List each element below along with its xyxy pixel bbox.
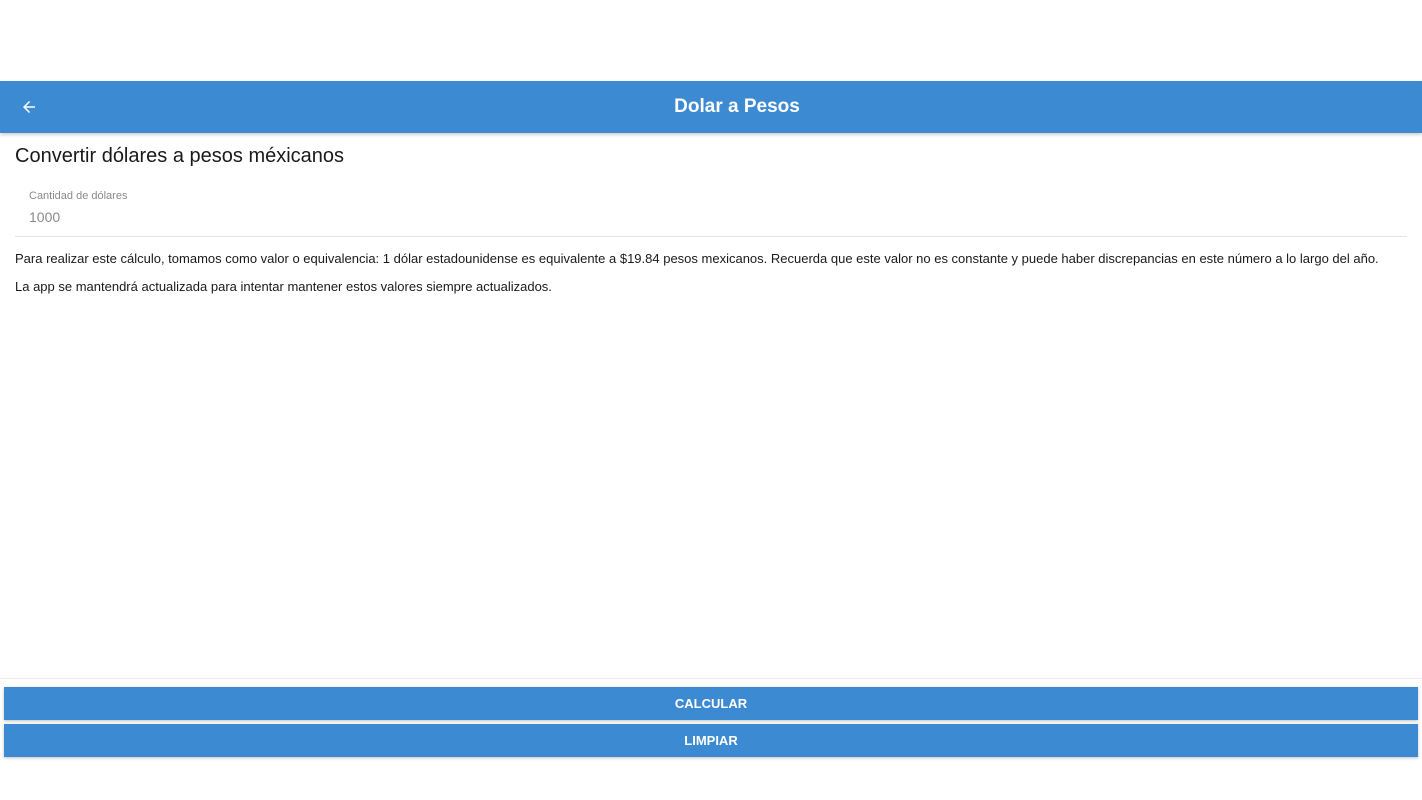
update-paragraph: La app se mantendrá actualizada para int… [15, 279, 552, 294]
app-bar: Dolar a Pesos [0, 81, 1422, 133]
clear-button[interactable]: LIMPIAR [4, 724, 1418, 757]
action-footer: CALCULAR LIMPIAR [0, 678, 1422, 800]
page-title: Dolar a Pesos [674, 96, 800, 117]
status-area [0, 0, 1422, 81]
amount-field[interactable]: Cantidad de dólares [15, 188, 1407, 237]
amount-input[interactable] [29, 209, 629, 225]
app-screen: Dolar a Pesos Convertir dólares a pesos … [0, 0, 1422, 800]
calculate-button[interactable]: CALCULAR [4, 687, 1418, 720]
amount-field-label: Cantidad de dólares [29, 190, 128, 202]
section-heading: Convertir dólares a pesos méxicanos [15, 145, 345, 167]
info-paragraph: Para realizar este cálculo, tomamos como… [15, 251, 1379, 266]
